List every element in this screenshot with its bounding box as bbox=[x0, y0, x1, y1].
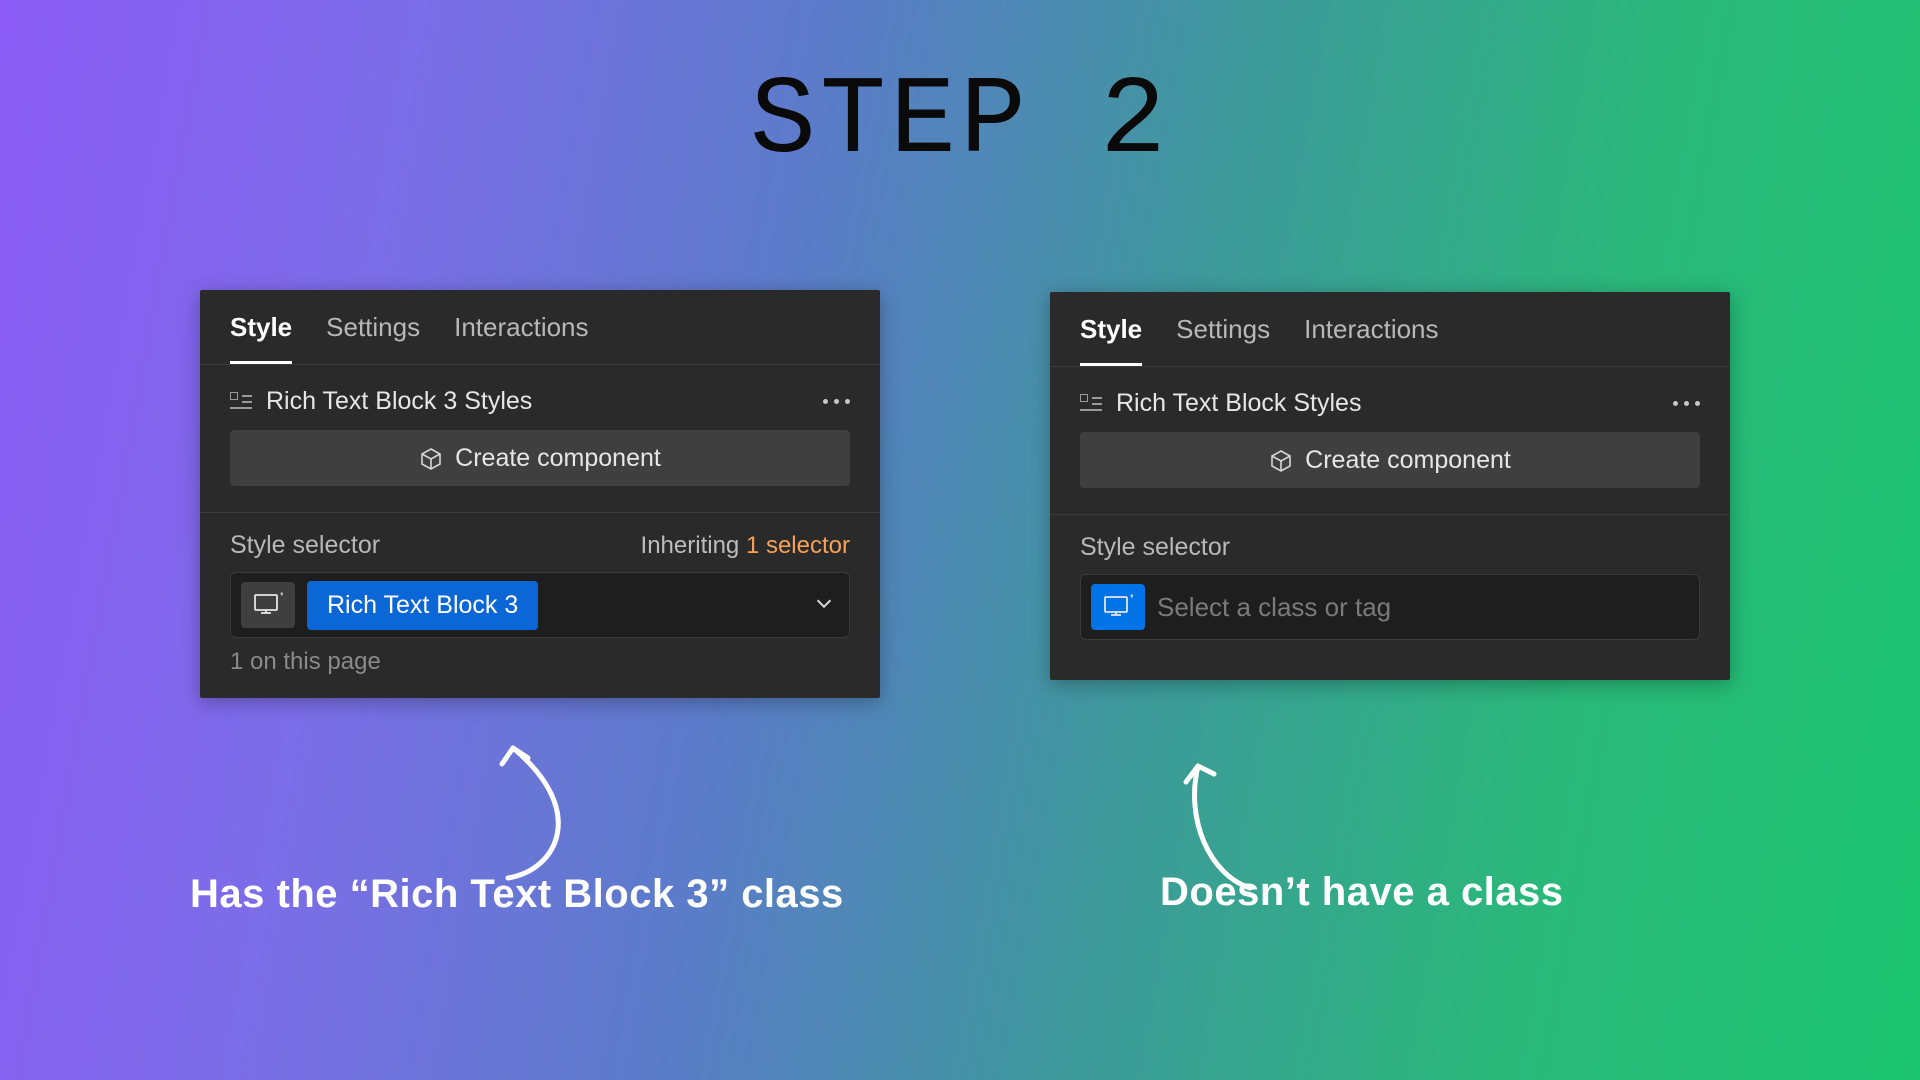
more-menu-button[interactable] bbox=[1673, 401, 1700, 406]
inheriting-count: 1 selector bbox=[746, 532, 850, 559]
panel-tabs: Style Settings Interactions bbox=[1050, 292, 1730, 367]
styles-heading: Rich Text Block Styles bbox=[1080, 389, 1361, 418]
component-icon bbox=[419, 447, 441, 469]
caption-no-class: Doesn’t have a class bbox=[1160, 870, 1564, 915]
step-title: STEP 2 bbox=[750, 60, 1170, 185]
component-icon bbox=[1269, 449, 1291, 471]
inheriting-info[interactable]: Inheriting 1 selector bbox=[641, 532, 850, 560]
styles-heading: Rich Text Block 3 Styles bbox=[230, 387, 532, 416]
create-component-button[interactable]: Create component bbox=[230, 430, 850, 486]
style-panel-no-class: Style Settings Interactions Rich Text Bl… bbox=[1050, 292, 1730, 680]
class-selector-field[interactable]: * bbox=[1080, 574, 1700, 640]
caption-has-class: Has the “Rich Text Block 3” class bbox=[190, 872, 844, 917]
create-component-label: Create component bbox=[455, 444, 661, 473]
breakpoint-button[interactable]: * bbox=[1091, 584, 1145, 630]
tab-settings[interactable]: Settings bbox=[326, 312, 420, 364]
svg-text:*: * bbox=[280, 592, 283, 602]
chevron-down-icon[interactable] bbox=[813, 592, 835, 619]
styles-heading-text: Rich Text Block Styles bbox=[1116, 389, 1361, 418]
instances-on-page: 1 on this page bbox=[200, 648, 880, 698]
style-selector-header: Style selector Inheriting 1 selector bbox=[200, 513, 880, 572]
instances-on-page bbox=[1050, 650, 1730, 680]
panel-tabs: Style Settings Interactions bbox=[200, 290, 880, 365]
style-selector-label: Style selector bbox=[1080, 533, 1230, 562]
inheriting-label: Inheriting bbox=[641, 532, 740, 559]
class-input[interactable] bbox=[1157, 592, 1685, 623]
styles-heading-text: Rich Text Block 3 Styles bbox=[266, 387, 532, 416]
class-pill[interactable]: Rich Text Block 3 bbox=[307, 581, 538, 630]
styles-section-header: Rich Text Block 3 Styles bbox=[200, 365, 880, 430]
rich-text-icon bbox=[230, 391, 252, 413]
style-selector-header: Style selector bbox=[1050, 515, 1730, 574]
create-component-button[interactable]: Create component bbox=[1080, 432, 1700, 488]
tab-style[interactable]: Style bbox=[230, 312, 292, 364]
tab-interactions[interactable]: Interactions bbox=[454, 312, 588, 364]
styles-section-header: Rich Text Block Styles bbox=[1050, 367, 1730, 432]
create-component-label: Create component bbox=[1305, 446, 1511, 475]
style-selector-label: Style selector bbox=[230, 531, 380, 560]
class-selector-field[interactable]: * Rich Text Block 3 bbox=[230, 572, 850, 638]
tab-interactions[interactable]: Interactions bbox=[1304, 314, 1438, 366]
tab-style[interactable]: Style bbox=[1080, 314, 1142, 366]
svg-text:*: * bbox=[1130, 594, 1133, 604]
breakpoint-icon: * bbox=[1103, 594, 1133, 621]
tab-settings[interactable]: Settings bbox=[1176, 314, 1270, 366]
breakpoint-button[interactable]: * bbox=[241, 582, 295, 628]
rich-text-icon bbox=[1080, 393, 1102, 415]
annotation-arrow-left bbox=[488, 740, 618, 880]
more-menu-button[interactable] bbox=[823, 399, 850, 404]
style-panel-with-class: Style Settings Interactions Rich Text Bl… bbox=[200, 290, 880, 698]
breakpoint-icon: * bbox=[253, 592, 283, 619]
